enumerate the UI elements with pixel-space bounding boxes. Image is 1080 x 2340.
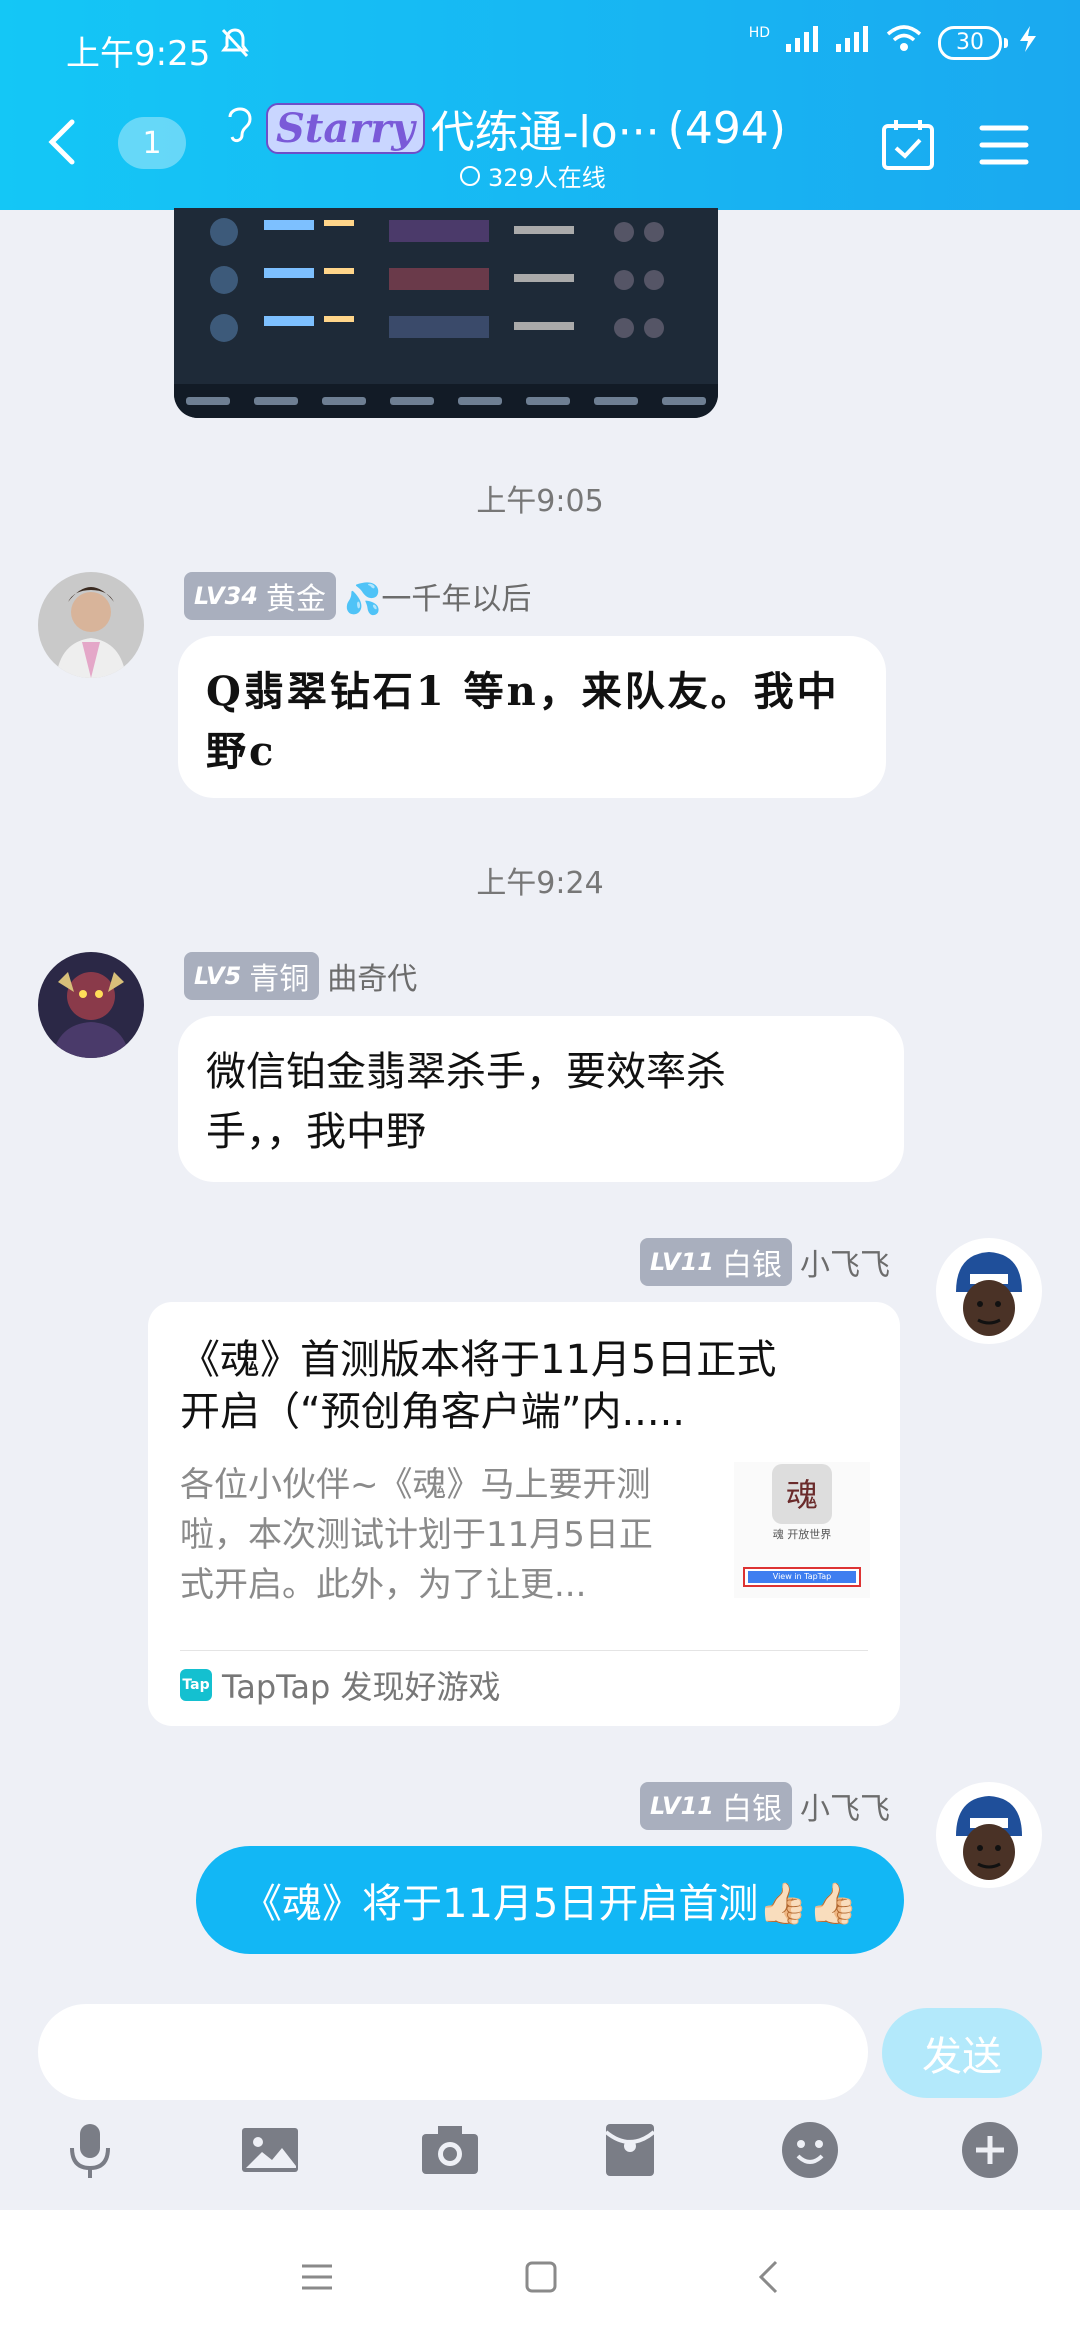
divider [180,1650,868,1651]
message-input[interactable] [38,2004,868,2100]
status-time: 上午9:25 [66,34,211,74]
shared-screenshot-image[interactable] [174,208,718,418]
rank-label: 青铜 [249,962,310,997]
link-card-description: 各位小伙伴~《魂》马上要开测 啦，本次测试计划于11月5日正 式开启。此外，为了… [180,1460,720,1610]
level-badge: LV5 青铜 [184,952,320,1000]
charging-icon [1016,24,1040,61]
ear-icon [222,101,256,156]
microphone-icon[interactable] [60,2120,120,2180]
group-logo: Starry [266,102,425,154]
calendar-check-icon[interactable] [880,116,936,172]
link-card-desc-line: 各位小伙伴~《魂》马上要开测 [180,1465,651,1505]
group-title[interactable]: Starry 代练通-lo··· (494) [222,96,786,160]
sender-info: LV34 黄金 💦一千年以后 [184,572,531,620]
red-packet-icon[interactable] [600,2120,660,2180]
message-bubble[interactable]: 微信铂金翡翠杀手，要效率杀 手，，我中野 [178,1016,904,1182]
level-badge: LV11 白银 [640,1238,792,1286]
thumb-button: View in TapTap [772,1572,832,1581]
avatar[interactable] [38,952,144,1058]
link-card-title: 《魂》首测版本将于11月5日正式 开启（“预创角客户端”内..... [180,1334,880,1438]
level-badge: LV34 黄金 [184,572,336,620]
avatar[interactable] [936,1782,1042,1888]
message-bubble-self[interactable]: 《魂》将于11月5日开启首测👍🏻👍🏻 [196,1846,904,1954]
level-label: LV11 [650,1792,714,1820]
sender-info: LV11 白银 小飞飞 [640,1782,890,1830]
level-label: LV5 [194,962,242,990]
sender-name[interactable]: 曲奇代 [327,954,417,998]
sender-info: LV11 白银 小飞飞 [640,1238,890,1286]
mute-icon [218,26,252,64]
online-icon [460,165,480,186]
link-card-title-line: 开启（“预创角客户端”内..... [180,1389,686,1435]
group-name: 代练通-lo··· [430,107,660,158]
taptap-logo-icon: Tap [180,1669,212,1701]
message-text-line: 野c [206,728,277,775]
thumb-caption: 魂 开放世界 [772,1528,832,1541]
sender-name[interactable]: 小飞飞 [800,1784,890,1828]
online-count: 329人在线 [488,164,606,192]
shared-link-card[interactable]: 《魂》首测版本将于11月5日正式 开启（“预创角客户端”内..... 各位小伙伴… [148,1302,900,1726]
rank-label: 黄金 [265,582,326,617]
link-card-thumbnail: 魂 魂 开放世界 View in TapTap [734,1462,870,1598]
unread-count-badge[interactable]: 1 [118,117,186,169]
level-label: LV34 [194,582,258,610]
emoji-icon[interactable] [780,2120,840,2180]
rank-label: 白银 [722,1248,782,1283]
avatar[interactable] [38,572,144,678]
system-nav-bar [0,2210,1080,2340]
link-card-source: Tap TapTap 发现好游戏 [180,1662,501,1708]
recent-apps-icon[interactable] [300,2262,334,2296]
avatar[interactable] [936,1238,1042,1344]
source-label: TapTap 发现好游戏 [222,1668,501,1706]
sender-name[interactable]: 小飞飞 [800,1240,890,1284]
message-bubble[interactable]: Q翡翠钻石1 等n，来队友。我中 野c [178,636,886,798]
link-card-title-line: 《魂》首测版本将于11月5日正式 [180,1337,777,1383]
back-button[interactable] [42,112,82,172]
sender-name[interactable]: 💦一千年以后 [344,574,531,618]
network-label: HD [748,24,770,41]
chat-header: 上午9:25 HD 30 1 Starry 代练通-lo··· (494) 32… [0,0,1080,210]
nav-back-icon[interactable] [756,2258,780,2300]
image-icon[interactable] [240,2120,300,2180]
sender-info: LV5 青铜 曲奇代 [184,952,417,1000]
rank-label: 白银 [722,1792,782,1827]
signal-icon [784,24,820,61]
timestamp: 上午9:05 [476,484,604,519]
status-icons: HD 30 [749,24,1040,61]
screenshot-tab-bar [174,384,718,418]
timestamp: 上午9:24 [476,866,604,901]
member-count: (494) [667,102,786,154]
link-card-desc-line: 啦，本次测试计划于11月5日正 [180,1515,653,1555]
composer-toolbar [0,2120,1080,2200]
signal-icon-2 [834,24,870,61]
online-status: 329人在线 [460,158,606,193]
wifi-icon [884,24,924,61]
send-button[interactable]: 发送 [882,2008,1042,2098]
level-label: LV11 [650,1248,714,1276]
menu-icon[interactable] [978,120,1030,170]
battery-indicator: 30 [938,25,1008,60]
message-text-line: Q翡翠钻石1 等n，来队友。我中 [206,668,840,715]
link-card-desc-line: 式开启。此外，为了让更... [180,1565,587,1605]
message-text-line: 微信铂金翡翠杀手，要效率杀 [206,1049,726,1095]
camera-icon[interactable] [420,2120,480,2180]
message-text-line: 手，，我中野 [206,1109,426,1155]
home-icon[interactable] [524,2260,558,2298]
plus-icon[interactable] [960,2120,1020,2180]
svg-text:魂: 魂 [786,1476,818,1514]
level-badge: LV11 白银 [640,1782,792,1830]
